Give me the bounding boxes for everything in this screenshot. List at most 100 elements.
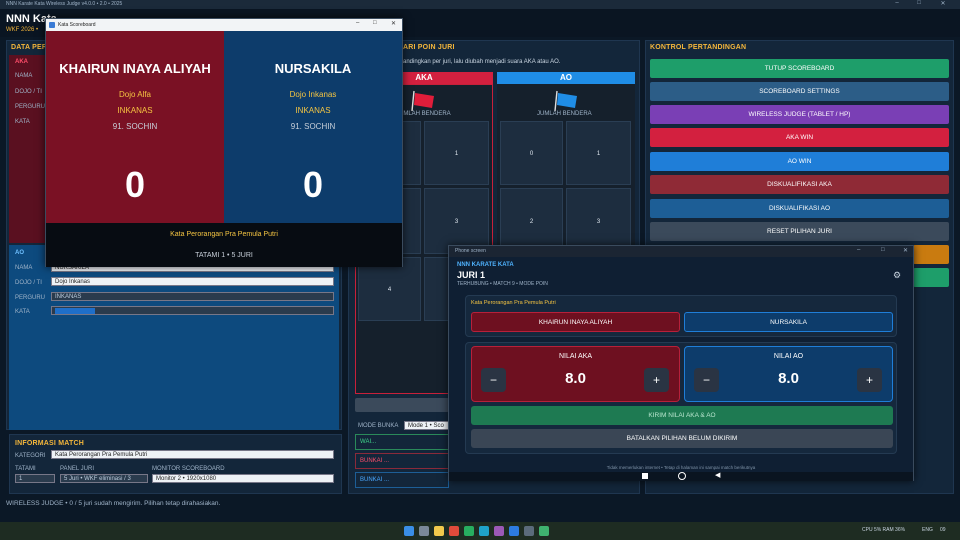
ao-section xyxy=(9,245,339,430)
ao-name: NURSAKILA xyxy=(274,61,352,76)
aka-name: KHAIRUN INAYA ALIYAH xyxy=(59,61,211,76)
aka-perguruan-label: PERGURU xyxy=(15,104,46,110)
close-button[interactable]: ✕ xyxy=(934,0,952,9)
file-explorer-icon[interactable] xyxy=(434,526,444,536)
aka-kata-label: KATA xyxy=(15,119,30,125)
bunkai-ao-row[interactable]: BUNKAI ... xyxy=(355,472,449,488)
minimize-button[interactable]: – xyxy=(888,0,906,9)
kategori-label: KATEGORI xyxy=(15,453,46,459)
poin-panel-desc: andingkan per juri, lalu diubah menjadi … xyxy=(403,59,561,65)
wai-row[interactable]: WAI... xyxy=(355,434,449,450)
kirim-nilai-button[interactable]: KIRIM NILAI AKA & AO xyxy=(471,406,893,425)
vscode-icon[interactable] xyxy=(509,526,519,536)
ao-perguruan-label: PERGURU xyxy=(15,295,46,301)
aka-scoreboard-side: KHAIRUN INAYA ALIYAH Dojo Alfa INKANAS 9… xyxy=(46,31,224,223)
ao-dojo-field[interactable]: Dojo Inkanas xyxy=(51,277,334,286)
system-stats: CPU 5% RAM 36% xyxy=(862,527,906,533)
tray-clock[interactable]: 09 xyxy=(940,527,946,533)
control-button-tutup-scoreboard[interactable]: TUTUP SCOREBOARD xyxy=(650,59,949,78)
control-button-ao-win[interactable]: AO WIN xyxy=(650,152,949,171)
scoreboard-window[interactable]: Kata Scoreboard – □ ✕ KHAIRUN INAYA ALIY… xyxy=(45,18,403,267)
control-button-partial[interactable] xyxy=(913,268,949,287)
ao-minus-button[interactable]: − xyxy=(694,368,719,392)
ao-kontingen: INKANAS xyxy=(295,106,331,115)
panel-juri-select[interactable]: 5 Juri • WKF eliminasi / 3 xyxy=(60,474,148,483)
control-button-diskualifikasi-ao[interactable]: DISKUALIFIKASI AO xyxy=(650,199,949,218)
scoreboard-minimize-button[interactable]: – xyxy=(356,20,359,26)
maximize-button[interactable]: □ xyxy=(910,0,928,9)
settings-gear-icon[interactable]: ⚙ xyxy=(893,270,901,281)
batalkan-pilihan-button[interactable]: BATALKAN PILIHAN BELUM DIKIRIM xyxy=(471,429,893,448)
aka-vote-cell[interactable]: 1 xyxy=(424,121,489,185)
tatami-label: TATAMI xyxy=(15,466,36,472)
home-nav-icon[interactable] xyxy=(678,472,686,480)
control-button-aka-win[interactable]: AKA WIN xyxy=(650,128,949,147)
app-icon xyxy=(49,22,55,28)
aka-dojo-label: DOJO / TI xyxy=(15,89,42,95)
ao-nama-label: NAMA xyxy=(15,265,33,271)
ao-score: 0 xyxy=(302,164,324,205)
search-icon[interactable] xyxy=(419,526,429,536)
app-icon[interactable] xyxy=(524,526,534,536)
recents-nav-icon[interactable] xyxy=(642,473,648,479)
monitor-select[interactable]: Monitor 2 • 1920x1080 xyxy=(152,474,334,483)
aka-jumlah-label: JUMLAH BENDERA xyxy=(396,111,451,117)
ao-column-header: AO xyxy=(497,72,635,84)
aka-minus-button[interactable]: − xyxy=(481,368,506,392)
poin-action-button[interactable] xyxy=(355,398,449,412)
app-subtitle: WKF 2026 • xyxy=(6,27,39,33)
juri-window-title: Phone screen xyxy=(455,248,486,254)
tray-language[interactable]: ENG xyxy=(922,527,933,533)
aka-nama-label: NAMA xyxy=(15,73,33,79)
ao-perguruan-select[interactable]: INKANAS xyxy=(51,292,334,301)
ao-athlete-button[interactable]: NURSAKILA xyxy=(684,312,893,332)
window-titlebar: NNN Karate Kata Wireless Judge v4.0.0 • … xyxy=(0,0,960,9)
juri-footer: Tidak memerlukan internet • Tetap di hal… xyxy=(606,465,756,470)
kategori-field[interactable]: Kata Perorangan Pra Pemula Putri xyxy=(51,450,334,459)
scoreboard-close-button[interactable]: ✕ xyxy=(391,20,396,27)
juri-window-titlebar xyxy=(449,246,913,257)
app-icon[interactable] xyxy=(539,526,549,536)
control-button-reset-pilihan-juri[interactable]: RESET PILIHAN JURI xyxy=(650,222,949,241)
ao-vote-cell[interactable]: 1 xyxy=(566,121,631,185)
aka-plus-button[interactable]: + xyxy=(644,368,669,392)
control-button-scoreboard-settings[interactable]: SCOREBOARD SETTINGS xyxy=(650,82,949,101)
juri-minimize-button[interactable]: – xyxy=(857,247,860,253)
control-button-partial[interactable] xyxy=(913,245,949,264)
aka-athlete-button[interactable]: KHAIRUN INAYA ALIYAH xyxy=(471,312,680,332)
ao-vote-cell[interactable]: 0 xyxy=(500,121,563,185)
ao-plus-button[interactable]: + xyxy=(857,368,882,392)
juri-status: TERHUBUNG • MATCH 9 • MODE POIN xyxy=(457,281,548,287)
aka-dojo: Dojo Alfa xyxy=(118,90,152,99)
back-nav-icon[interactable]: ◀ xyxy=(715,472,720,480)
mode-bunkai-label: MODE BUNKA xyxy=(358,423,399,429)
juri-maximize-button[interactable]: □ xyxy=(881,247,885,253)
app-icon[interactable] xyxy=(464,526,474,536)
chrome-icon[interactable] xyxy=(449,526,459,536)
scoreboard-tatami: TATAMI 1 • 5 JURI xyxy=(195,252,253,259)
status-bar: WIRELESS JUDGE • 0 / 5 juri sudah mengir… xyxy=(6,500,221,507)
scoreboard-kategori: Kata Perorangan Pra Pemula Putri xyxy=(170,231,278,238)
app-icon[interactable] xyxy=(494,526,504,536)
nilai-aka-label: NILAI AKA xyxy=(558,353,593,360)
window-title: NNN Karate Kata Wireless Judge v4.0.0 • … xyxy=(6,1,123,7)
control-button-wireless-judge-tablet-hp[interactable]: WIRELESS JUDGE (TABLET / HP) xyxy=(650,105,949,124)
monitor-label: MONITOR SCOREBOARD xyxy=(152,466,225,472)
ao-kata-select[interactable] xyxy=(51,306,334,315)
control-button-diskualifikasi-aka[interactable]: DISKUALIFIKASI AKA xyxy=(650,175,949,194)
bunkai-aka-row[interactable]: BUNKAI ... xyxy=(355,453,449,469)
edge-icon[interactable] xyxy=(479,526,489,536)
aka-section-label: AKA xyxy=(15,59,28,65)
juri-close-button[interactable]: ✕ xyxy=(903,247,908,254)
tatami-select[interactable]: 1 xyxy=(15,474,55,483)
juri-brand: NNN KARATE KATA xyxy=(457,262,514,268)
info-match-title: INFORMASI MATCH xyxy=(15,440,84,447)
scoreboard-titlebar: Kata Scoreboard xyxy=(46,19,402,31)
juri-phone-window[interactable]: Phone screen – □ ✕ NNN KARATE KATA JURI … xyxy=(448,245,914,481)
ao-dojo: Dojo Inkanas xyxy=(289,90,337,99)
scoreboard-maximize-button[interactable]: □ xyxy=(373,20,377,26)
scoreboard-footer xyxy=(46,223,402,267)
start-icon[interactable] xyxy=(404,526,414,536)
mode-bunkai-select[interactable]: Mode 1 • Sco xyxy=(404,421,450,430)
ao-section-label: AO xyxy=(15,250,24,256)
